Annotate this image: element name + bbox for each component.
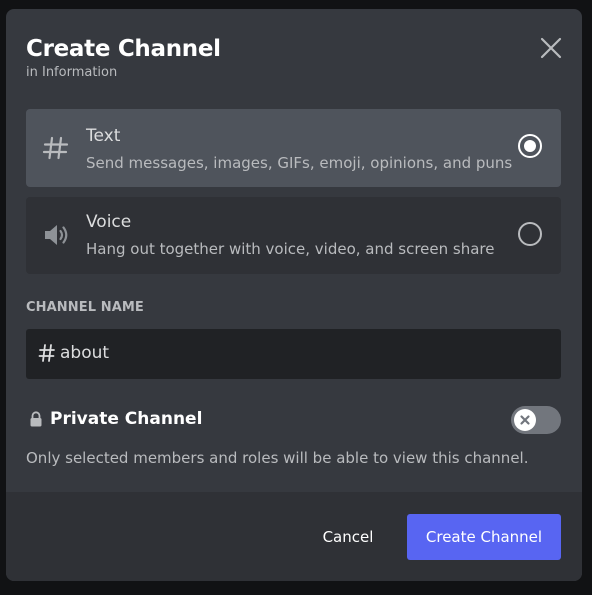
speaker-icon <box>45 225 68 245</box>
private-channel-toggle[interactable] <box>511 406 561 434</box>
private-channel-label: Private Channel <box>50 409 203 429</box>
modal-header: Create Channel in Information <box>26 35 221 82</box>
x-icon <box>520 415 530 425</box>
radio-selected[interactable] <box>518 134 542 158</box>
modal-title: Create Channel <box>26 36 221 62</box>
hashtag-icon <box>42 136 69 160</box>
radio-unselected[interactable] <box>518 222 542 246</box>
close-icon <box>540 37 562 59</box>
channel-type-text-option[interactable]: Text Send messages, images, GIFs, emoji,… <box>26 109 561 187</box>
channel-name-label: CHANNEL NAME <box>26 300 144 315</box>
lock-icon <box>30 411 42 427</box>
modal-subtitle: in Information <box>26 65 118 80</box>
channel-type-description: Hang out together with voice, video, and… <box>86 240 495 258</box>
channel-type-label: Voice <box>86 212 132 232</box>
private-channel-row: Private Channel <box>26 406 561 434</box>
cancel-button[interactable]: Cancel <box>303 514 393 560</box>
close-button[interactable] <box>538 35 564 61</box>
modal-footer: Cancel Create Channel <box>6 492 582 581</box>
toggle-knob <box>514 409 536 431</box>
create-channel-button[interactable]: Create Channel <box>407 514 561 560</box>
private-channel-description: Only selected members and roles will be … <box>26 449 529 467</box>
channel-type-label: Text <box>86 126 121 146</box>
hashtag-icon <box>38 344 55 362</box>
create-channel-modal: Create Channel in Information Text Send … <box>6 9 582 581</box>
channel-name-value: about <box>60 343 110 363</box>
channel-name-input[interactable]: about <box>26 329 561 379</box>
channel-type-voice-option[interactable]: Voice Hang out together with voice, vide… <box>26 197 561 274</box>
channel-type-description: Send messages, images, GIFs, emoji, opin… <box>86 154 513 172</box>
radio-dot <box>524 140 536 152</box>
